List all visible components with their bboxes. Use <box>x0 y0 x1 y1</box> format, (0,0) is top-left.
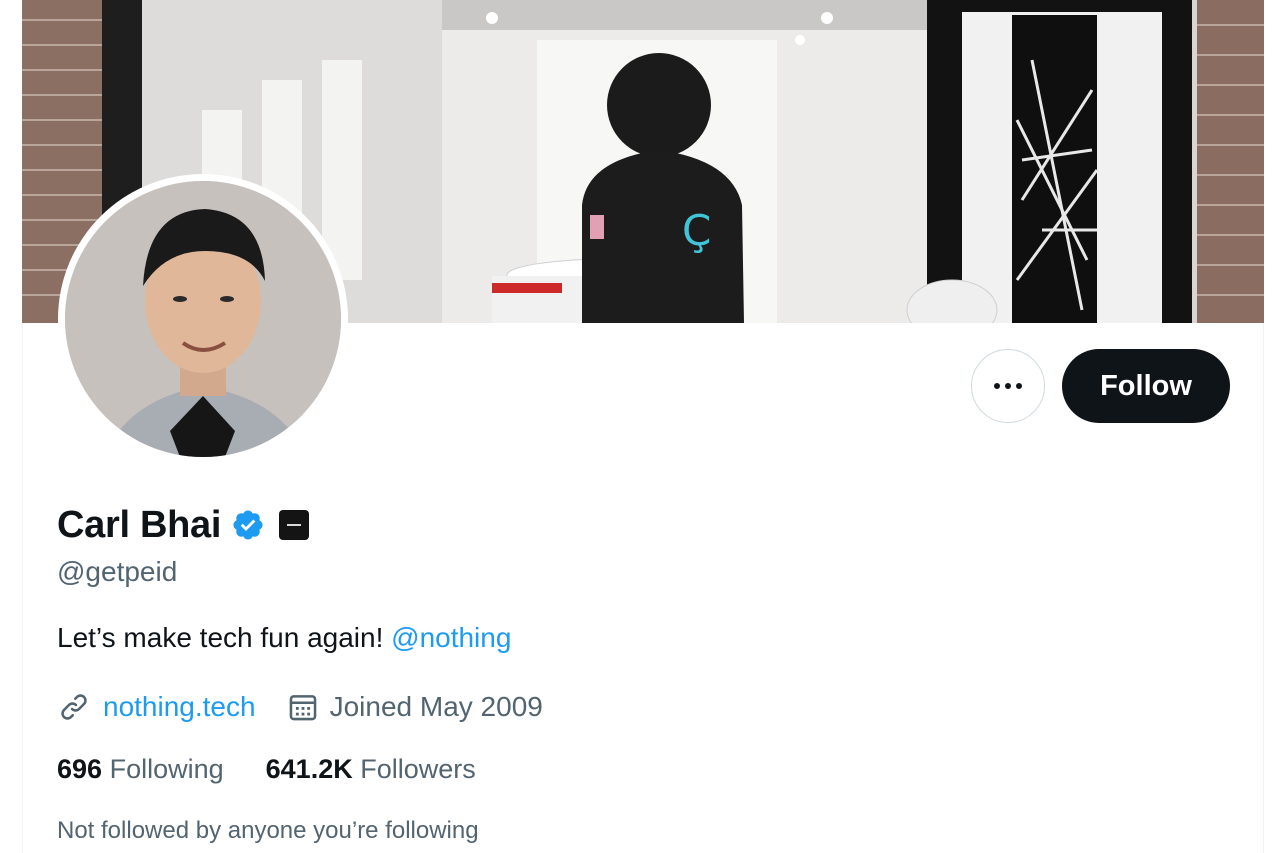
bio-text: Let’s make tech fun again! <box>57 622 392 653</box>
follow-stats: 696 Following 641.2K Followers <box>57 754 476 785</box>
profile-handle: @getpeid <box>57 556 178 587</box>
more-options-button[interactable] <box>971 349 1045 423</box>
display-name-row: Carl Bhai <box>57 500 310 550</box>
followers-stat[interactable]: 641.2K Followers <box>266 754 476 785</box>
joined-date: Joined May 2009 <box>329 691 543 722</box>
svg-text:Ç: Ç <box>682 206 711 255</box>
calendar-icon <box>289 695 316 721</box>
following-stat[interactable]: 696 Following <box>57 754 224 785</box>
profile-bio: Let’s make tech fun again! @nothing <box>57 622 511 654</box>
follow-button[interactable]: Follow <box>1062 349 1230 423</box>
following-count: 696 <box>57 754 103 784</box>
profile-avatar[interactable] <box>58 174 348 464</box>
profile-meta-row: nothing.tech Joined May 2009 <box>57 687 543 727</box>
not-followed-note: Not followed by anyone you’re following <box>57 817 479 844</box>
bio-mention-link[interactable]: @nothing <box>391 622 511 653</box>
more-horizontal-icon <box>994 383 1022 389</box>
followers-label: Followers <box>360 754 476 784</box>
avatar-photo <box>65 181 341 457</box>
affiliate-badge-icon[interactable] <box>279 510 310 540</box>
display-name: Carl Bhai <box>57 503 222 546</box>
link-icon <box>61 694 87 720</box>
followers-count: 641.2K <box>265 754 353 784</box>
following-label: Following <box>109 754 224 784</box>
verified-badge-icon[interactable] <box>231 508 265 542</box>
website-link[interactable]: nothing.tech <box>103 691 256 723</box>
